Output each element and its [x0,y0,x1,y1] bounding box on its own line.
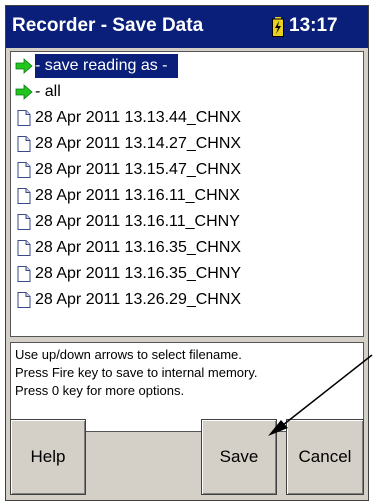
list-item-label: 28 Apr 2011 13.13.44_CHNX [35,109,242,126]
list-item-label: - save reading as - [35,54,178,78]
list-item-label: 28 Apr 2011 13.26.29_CHNX [35,291,242,308]
battery-icon [272,17,284,37]
list-item[interactable]: - save reading as - [13,54,361,78]
document-icon [15,187,33,205]
list-item[interactable]: - all [13,80,361,104]
document-icon [15,135,33,153]
list-item-label: 28 Apr 2011 13.16.11_CHNY [35,213,240,230]
help-button[interactable]: Help [10,419,86,495]
list-item-label: - all [35,83,61,100]
cancel-button[interactable]: Cancel [286,419,364,495]
list-item[interactable]: 28 Apr 2011 13.16.11_CHNX [13,184,361,208]
list-item[interactable]: 28 Apr 2011 13.26.29_CHNX [13,288,361,312]
recorder-window: Recorder - Save Data 13:17 - save readin… [5,5,369,501]
document-icon [15,161,33,179]
document-icon [15,213,33,231]
green-arrow-icon [15,57,33,75]
list-item-label: 28 Apr 2011 13.15.47_CHNX [35,161,242,178]
list-item[interactable]: 28 Apr 2011 13.15.47_CHNX [13,158,361,182]
instruction-line: Use up/down arrows to select filename. [15,347,242,362]
save-button[interactable]: Save [201,419,277,495]
document-icon [15,291,33,309]
filename-list[interactable]: - save reading as - - all 28 Apr 2011 13.1… [10,51,364,337]
window-title: Recorder - Save Data [12,15,204,36]
list-item-label: 28 Apr 2011 13.16.35_CHNX [35,239,242,256]
list-item[interactable]: 28 Apr 2011 13.16.11_CHNY [13,210,361,234]
list-item[interactable]: 28 Apr 2011 13.14.27_CHNX [13,132,361,156]
document-icon [15,265,33,283]
instruction-line: Press 0 key for more options. [15,383,185,398]
list-item-label: 28 Apr 2011 13.14.27_CHNX [35,135,242,152]
green-arrow-icon [15,83,33,101]
title-bar: Recorder - Save Data 13:17 [6,6,368,48]
list-item-label: 28 Apr 2011 13.16.11_CHNX [35,187,240,204]
list-item[interactable]: 28 Apr 2011 13.16.35_CHNX [13,236,361,260]
document-icon [15,109,33,127]
document-icon [15,239,33,257]
list-item-label: 28 Apr 2011 13.16.35_CHNY [35,265,242,282]
list-item[interactable]: 28 Apr 2011 13.13.44_CHNX [13,106,361,130]
clock-time: 13:17 [289,15,338,36]
instruction-line: Press Fire key to save to internal memor… [15,365,258,380]
list-item[interactable]: 28 Apr 2011 13.16.35_CHNY [13,262,361,286]
